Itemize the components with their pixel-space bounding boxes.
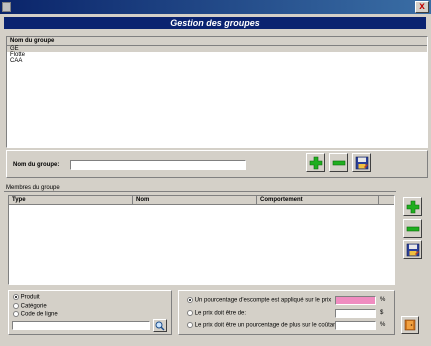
search-input[interactable] bbox=[12, 321, 150, 330]
unit-label: % bbox=[380, 297, 386, 303]
groups-list[interactable]: Nom du groupe GE Flotte CAA bbox=[6, 36, 428, 148]
save-icon bbox=[355, 156, 368, 169]
radio-indicator bbox=[187, 310, 193, 316]
radio-label: Produit bbox=[20, 294, 40, 301]
page-title: Gestion des groupes bbox=[4, 17, 426, 29]
members-table-header: Type Nom Comportement bbox=[9, 196, 394, 205]
window-titlebar bbox=[0, 0, 431, 14]
close-button[interactable]: x bbox=[415, 1, 429, 13]
save-icon bbox=[406, 243, 419, 256]
members-table[interactable]: Type Nom Comportement bbox=[8, 195, 395, 285]
radio-label: Catégorie bbox=[20, 303, 47, 310]
radio-label: Un pourcentage d'escompte est appliqué s… bbox=[194, 297, 332, 304]
radio-code-de-ligne[interactable]: Code de ligne bbox=[13, 311, 58, 318]
unit-label: % bbox=[380, 322, 386, 328]
exit-door-icon bbox=[404, 319, 416, 331]
column-header-type[interactable]: Type bbox=[9, 196, 133, 204]
remove-member-button[interactable] bbox=[403, 219, 422, 238]
group-name-input[interactable] bbox=[70, 160, 246, 170]
plus-icon bbox=[309, 156, 322, 169]
group-name-label: Nom du groupe: bbox=[13, 162, 60, 168]
app-icon bbox=[2, 2, 11, 12]
divider bbox=[4, 191, 396, 192]
radio-indicator bbox=[13, 303, 19, 309]
discount-percent-input[interactable] bbox=[335, 296, 376, 305]
radio-indicator bbox=[13, 294, 19, 300]
unit-label: $ bbox=[380, 310, 384, 316]
minus-icon bbox=[332, 160, 345, 165]
save-member-button[interactable] bbox=[403, 240, 422, 259]
save-group-button[interactable] bbox=[352, 153, 371, 172]
radio-label: Le prix doit être de: bbox=[194, 310, 247, 317]
radio-indicator bbox=[13, 311, 19, 317]
add-group-button[interactable] bbox=[306, 153, 325, 172]
pricing-option-markup[interactable]: Le prix doit être un pourcentage de plus… bbox=[187, 322, 340, 329]
radio-indicator bbox=[187, 322, 193, 328]
column-header-behavior[interactable]: Comportement bbox=[257, 196, 379, 204]
markup-percent-input[interactable] bbox=[335, 321, 376, 330]
magnifier-icon bbox=[155, 321, 165, 330]
remove-group-button[interactable] bbox=[329, 153, 348, 172]
radio-produit[interactable]: Produit bbox=[13, 294, 40, 301]
fixed-price-input[interactable] bbox=[335, 309, 376, 318]
search-button[interactable] bbox=[153, 319, 167, 332]
plus-icon bbox=[406, 200, 419, 213]
column-header-name[interactable]: Nom bbox=[133, 196, 257, 204]
pricing-option-discount[interactable]: Un pourcentage d'escompte est appliqué s… bbox=[187, 297, 331, 304]
column-header-group-name[interactable]: Nom du groupe bbox=[7, 37, 427, 46]
add-member-button[interactable] bbox=[403, 197, 422, 216]
radio-label: Le prix doit être un pourcentage de plus… bbox=[194, 322, 340, 329]
list-item[interactable]: CAA bbox=[7, 58, 427, 64]
radio-indicator bbox=[187, 297, 193, 303]
radio-label: Code de ligne bbox=[20, 311, 58, 318]
exit-button[interactable] bbox=[401, 316, 419, 334]
minus-icon bbox=[406, 226, 419, 231]
pricing-option-fixed[interactable]: Le prix doit être de: bbox=[187, 310, 246, 317]
radio-categorie[interactable]: Catégorie bbox=[13, 303, 47, 310]
